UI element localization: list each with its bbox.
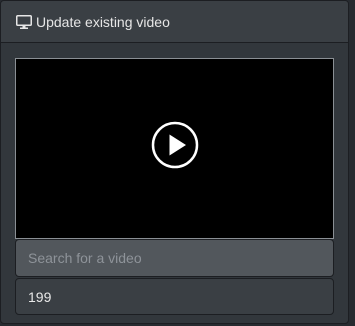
- panel-heading: Update existing video: [1, 1, 348, 43]
- video-id-field[interactable]: [15, 278, 334, 315]
- search-input[interactable]: [15, 239, 334, 277]
- play-circle-icon[interactable]: [151, 121, 199, 169]
- monitor-icon: [16, 14, 32, 29]
- panel-title: Update existing video: [36, 13, 170, 30]
